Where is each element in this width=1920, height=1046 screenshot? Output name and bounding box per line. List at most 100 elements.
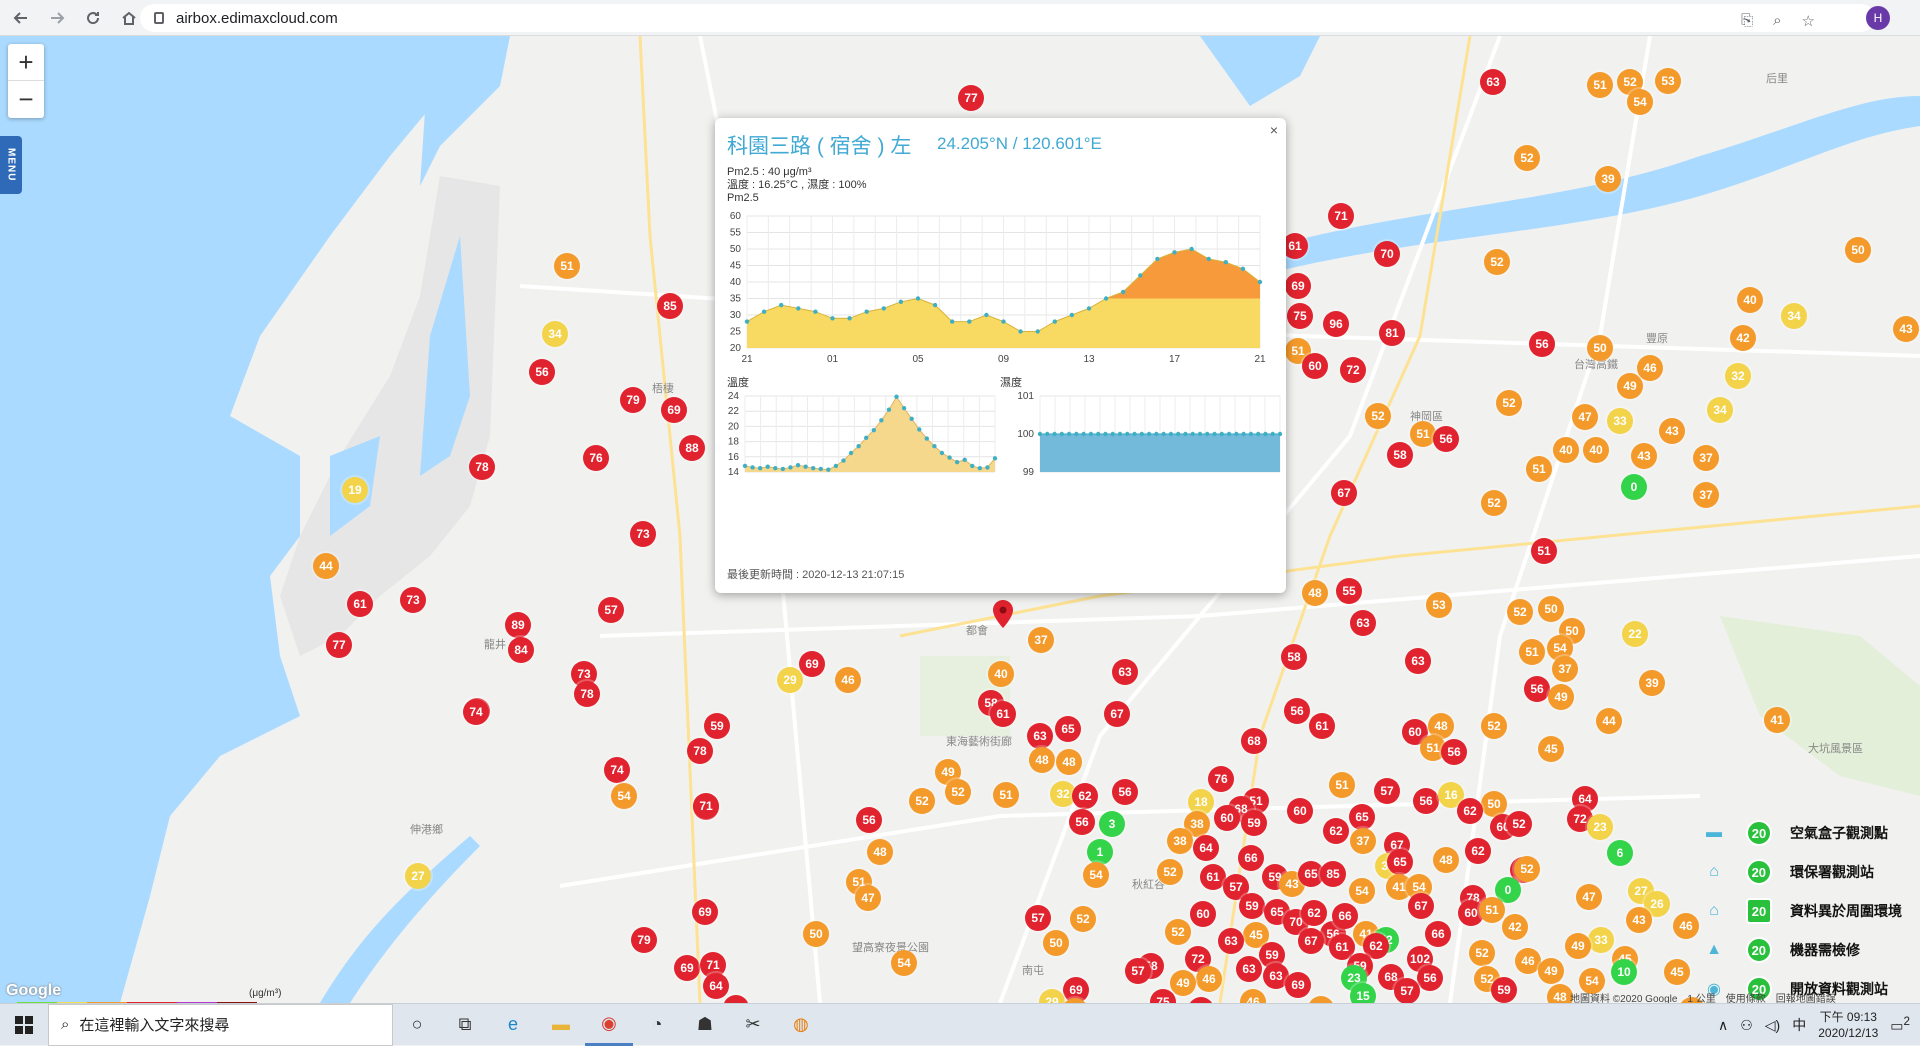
airbox-marker[interactable]: 51 xyxy=(1531,538,1557,564)
airbox-marker[interactable]: 52 xyxy=(1157,859,1183,885)
airbox-marker[interactable]: 29 xyxy=(777,667,803,693)
airbox-marker[interactable]: 56 xyxy=(856,807,882,833)
airbox-marker[interactable]: 63 xyxy=(1350,610,1376,636)
airbox-marker[interactable]: 66 xyxy=(1425,921,1451,947)
task-view-icon[interactable]: ⧉ xyxy=(441,1004,489,1046)
airbox-marker[interactable]: 37 xyxy=(1552,656,1578,682)
airbox-marker[interactable]: 60 xyxy=(1190,901,1216,927)
airbox-marker[interactable]: 57 xyxy=(598,597,624,623)
airbox-marker[interactable]: 46 xyxy=(835,667,861,693)
airbox-marker[interactable]: 52 xyxy=(1514,145,1540,171)
airbox-marker[interactable]: 60 xyxy=(1214,805,1240,831)
airbox-marker[interactable]: 61 xyxy=(990,701,1016,727)
airbox-marker[interactable]: 62 xyxy=(1301,900,1327,926)
airbox-marker[interactable]: 3 xyxy=(1099,811,1125,837)
airbox-marker[interactable]: 78 xyxy=(687,738,713,764)
airbox-marker[interactable]: 50 xyxy=(1845,237,1871,263)
airbox-marker[interactable]: 51 xyxy=(993,782,1019,808)
airbox-marker[interactable]: 22 xyxy=(1622,621,1648,647)
airbox-marker[interactable]: 85 xyxy=(657,293,683,319)
airbox-marker[interactable]: 52 xyxy=(1496,390,1522,416)
airbox-marker[interactable]: 43 xyxy=(1626,907,1652,933)
airbox-marker[interactable]: 74 xyxy=(463,699,489,725)
airbox-marker[interactable]: 88 xyxy=(679,435,705,461)
terms-link[interactable]: 使用條款 xyxy=(1726,990,1766,1003)
airbox-marker[interactable]: 48 xyxy=(867,839,893,865)
airbox-marker[interactable]: 64 xyxy=(1193,835,1219,861)
airbox-marker[interactable]: 40 xyxy=(1737,287,1763,313)
airbox-marker[interactable]: 43 xyxy=(1893,316,1919,342)
airbox-marker[interactable]: 43 xyxy=(1659,418,1685,444)
airbox-marker[interactable]: 57 xyxy=(1025,905,1051,931)
airbox-marker[interactable]: 56 xyxy=(1433,426,1459,452)
airbox-marker[interactable]: 46 xyxy=(1196,966,1222,992)
airbox-marker[interactable]: 52 xyxy=(1481,490,1507,516)
airbox-marker[interactable]: 52 xyxy=(1070,906,1096,932)
airbox-marker[interactable]: 48 xyxy=(1056,749,1082,775)
airbox-marker[interactable]: 52 xyxy=(909,788,935,814)
airbox-marker[interactable]: 37 xyxy=(1028,627,1054,653)
airbox-marker[interactable]: 19 xyxy=(342,477,368,503)
airbox-marker[interactable]: 52 xyxy=(1365,403,1391,429)
airbox-marker[interactable]: 69 xyxy=(799,651,825,677)
airbox-marker[interactable]: 69 xyxy=(674,955,700,981)
airbox-marker[interactable]: 57 xyxy=(1394,978,1420,1003)
airbox-marker[interactable]: 50 xyxy=(1538,596,1564,622)
airbox-marker[interactable]: 39 xyxy=(1639,670,1665,696)
airbox-marker[interactable]: 59 xyxy=(704,713,730,739)
forward-button[interactable] xyxy=(42,3,72,33)
airbox-marker[interactable]: 58 xyxy=(1387,442,1413,468)
airbox-marker[interactable]: 50 xyxy=(803,921,829,947)
airbox-marker[interactable]: 54 xyxy=(1083,862,1109,888)
airbox-marker[interactable]: 49 xyxy=(1565,933,1591,959)
network-icon[interactable]: ⚇ xyxy=(1740,1017,1753,1034)
airbox-marker[interactable]: 45 xyxy=(1538,736,1564,762)
airbox-marker[interactable]: 27 xyxy=(405,863,431,889)
airbox-marker[interactable]: 49 xyxy=(1170,970,1196,996)
airbox-marker[interactable]: 65 xyxy=(1055,716,1081,742)
selected-location-pin[interactable] xyxy=(993,600,1013,628)
app-icon-clock[interactable]: ◔ xyxy=(633,1004,681,1046)
profile-avatar[interactable]: H xyxy=(1866,6,1890,30)
start-button[interactable] xyxy=(0,1004,48,1046)
airbox-marker[interactable]: 79 xyxy=(620,387,646,413)
airbox-marker[interactable]: 61 xyxy=(347,591,373,617)
cortana-icon[interactable]: ○ xyxy=(393,1004,441,1046)
airbox-marker[interactable]: 51 xyxy=(1587,72,1613,98)
airbox-marker[interactable]: 33 xyxy=(1607,408,1633,434)
airbox-marker[interactable]: 67 xyxy=(1104,701,1130,727)
airbox-marker[interactable]: 54 xyxy=(611,783,637,809)
airbox-marker[interactable]: 37 xyxy=(1693,482,1719,508)
airbox-marker[interactable]: 78 xyxy=(469,454,495,480)
airbox-marker[interactable]: 38 xyxy=(1167,828,1193,854)
airbox-marker[interactable]: 56 xyxy=(1529,331,1555,357)
airbox-marker[interactable]: 71 xyxy=(1328,203,1354,229)
airbox-marker[interactable]: 77 xyxy=(326,632,352,658)
star-icon[interactable]: ☆ xyxy=(1802,12,1815,30)
airbox-marker[interactable]: 44 xyxy=(1596,708,1622,734)
airbox-marker[interactable]: 37 xyxy=(1693,445,1719,471)
airbox-marker[interactable]: 44 xyxy=(313,553,339,579)
app-icon-tool[interactable]: ✂ xyxy=(729,1004,777,1046)
airbox-marker[interactable]: 33 xyxy=(1588,927,1614,953)
airbox-marker[interactable]: 56 xyxy=(529,359,555,385)
airbox-marker[interactable]: 52 xyxy=(1481,713,1507,739)
airbox-marker[interactable]: 46 xyxy=(1637,355,1663,381)
airbox-marker[interactable]: 96 xyxy=(1323,311,1349,337)
airbox-marker[interactable]: 58 xyxy=(1281,644,1307,670)
airbox-marker[interactable]: 59 xyxy=(1241,810,1267,836)
airbox-marker[interactable]: 6 xyxy=(1607,840,1633,866)
airbox-marker[interactable]: 51 xyxy=(1479,897,1505,923)
airbox-marker[interactable]: 73 xyxy=(630,521,656,547)
airbox-marker[interactable]: 67 xyxy=(1408,893,1434,919)
edge-browser-icon[interactable]: e xyxy=(489,1004,537,1046)
airbox-marker[interactable]: 69 xyxy=(661,397,687,423)
airbox-marker[interactable]: 10 xyxy=(1611,959,1637,985)
airbox-marker[interactable]: 74 xyxy=(604,757,630,783)
airbox-marker[interactable]: 62 xyxy=(1465,838,1491,864)
airbox-marker[interactable]: 34 xyxy=(542,321,568,347)
airbox-marker[interactable]: 60 xyxy=(1287,798,1313,824)
airbox-marker[interactable]: 70 xyxy=(1374,241,1400,267)
reload-button[interactable] xyxy=(78,3,108,33)
airbox-marker[interactable]: 45 xyxy=(1664,959,1690,985)
